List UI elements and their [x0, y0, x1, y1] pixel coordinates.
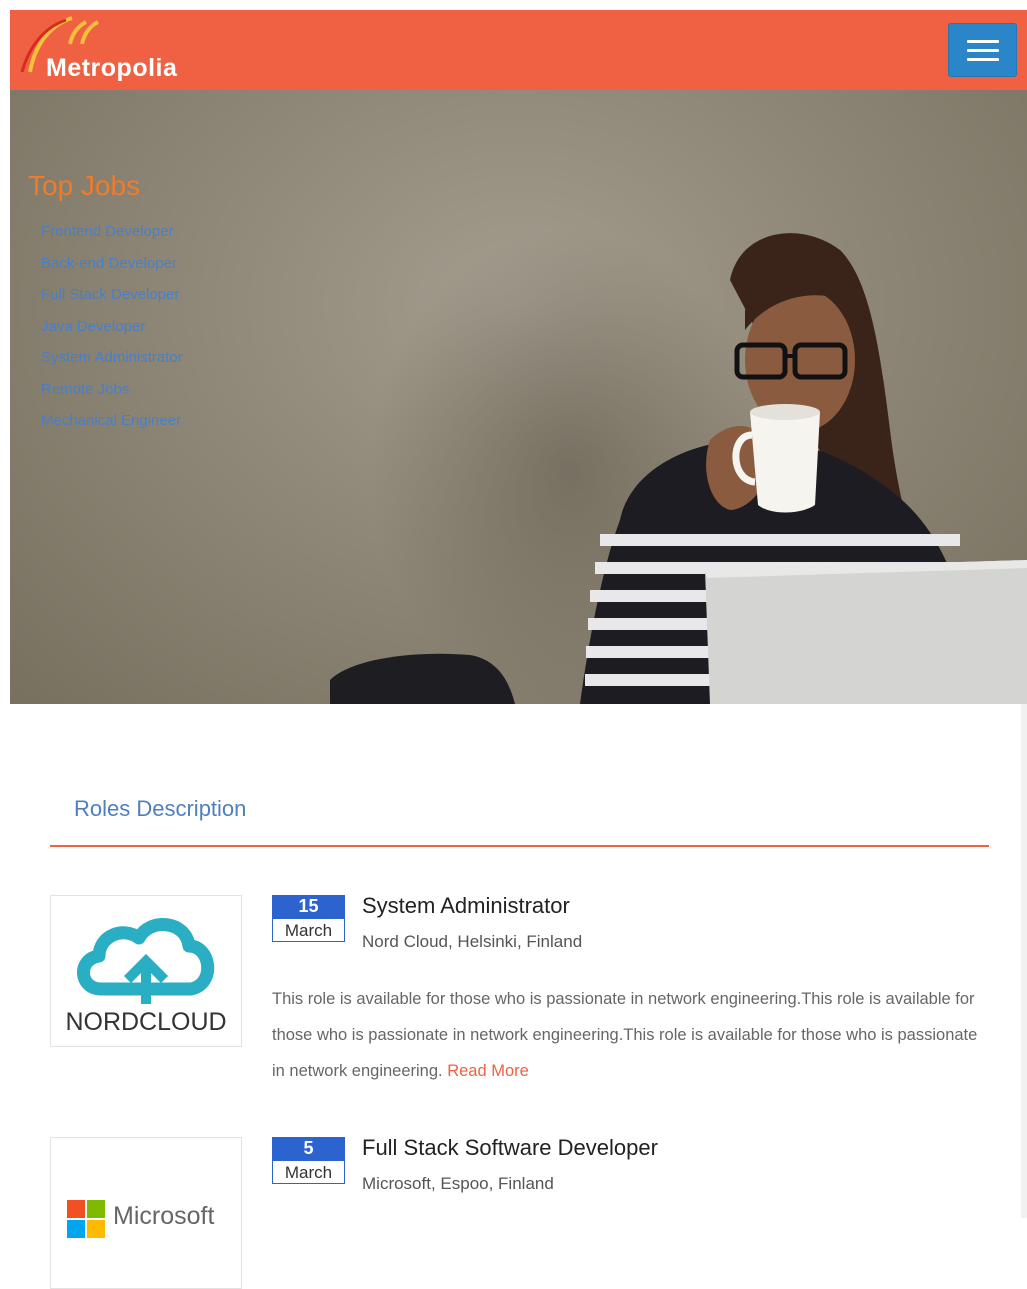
metropolia-logo[interactable]: Metropolia: [12, 14, 252, 86]
section-divider: [50, 845, 989, 847]
hamburger-menu-button[interactable]: [948, 23, 1017, 77]
top-navbar: Metropolia: [10, 10, 1027, 90]
top-jobs-list: Frontend Developer Back-end Developer Fu…: [41, 221, 183, 442]
date-month: March: [272, 918, 345, 942]
top-job-link[interactable]: System Administrator: [41, 347, 183, 379]
roles-description-heading: Roles Description: [74, 796, 247, 821]
job-title[interactable]: System Administrator: [362, 893, 570, 919]
hero-banner: Top Jobs Frontend Developer Back-end Dev…: [10, 90, 1027, 704]
job-listing: Microsoft 5 March Full Stack Software De…: [50, 1135, 989, 1289]
logo-text: Metropolia: [46, 54, 178, 82]
scrollbar-track[interactable]: [1021, 704, 1027, 1218]
top-job-link[interactable]: Full Stack Developer: [41, 284, 183, 316]
microsoft-logo-text: Microsoft: [113, 1202, 215, 1230]
top-job-link[interactable]: Frontend Developer: [41, 221, 183, 253]
date-month: March: [272, 1160, 345, 1184]
top-job-link[interactable]: Remote Jobs: [41, 379, 183, 411]
job-description: This role is available for those who is …: [272, 981, 982, 1089]
top-job-link[interactable]: Back-end Developer: [41, 253, 183, 285]
microsoft-logo[interactable]: Microsoft: [50, 1137, 242, 1289]
hamburger-icon: [966, 39, 999, 43]
date-badge: 15 March: [272, 895, 345, 947]
top-jobs-title: Top Jobs: [28, 170, 141, 201]
top-job-link[interactable]: Java Developer: [41, 316, 183, 348]
nordcloud-logo-text: NORDCLOUD: [65, 1008, 227, 1036]
job-company: Microsoft, Espoo, Finland: [362, 1174, 554, 1193]
job-listing: NORDCLOUD 15 March System Administrator …: [50, 893, 989, 1095]
date-badge: 5 March: [272, 1137, 345, 1189]
read-more-link[interactable]: Read More: [447, 1062, 529, 1080]
date-day: 15: [272, 895, 345, 918]
microsoft-windows-icon: [67, 1200, 105, 1238]
cloud-upload-icon: [77, 918, 215, 1004]
job-company: Nord Cloud, Helsinki, Finland: [362, 932, 583, 951]
top-job-link[interactable]: Mechanical Engineer: [41, 410, 183, 442]
job-description-text: This role is available for those who is …: [272, 990, 978, 1080]
job-title[interactable]: Full Stack Software Developer: [362, 1135, 658, 1161]
date-day: 5: [272, 1137, 345, 1160]
nordcloud-logo[interactable]: NORDCLOUD: [50, 895, 242, 1047]
